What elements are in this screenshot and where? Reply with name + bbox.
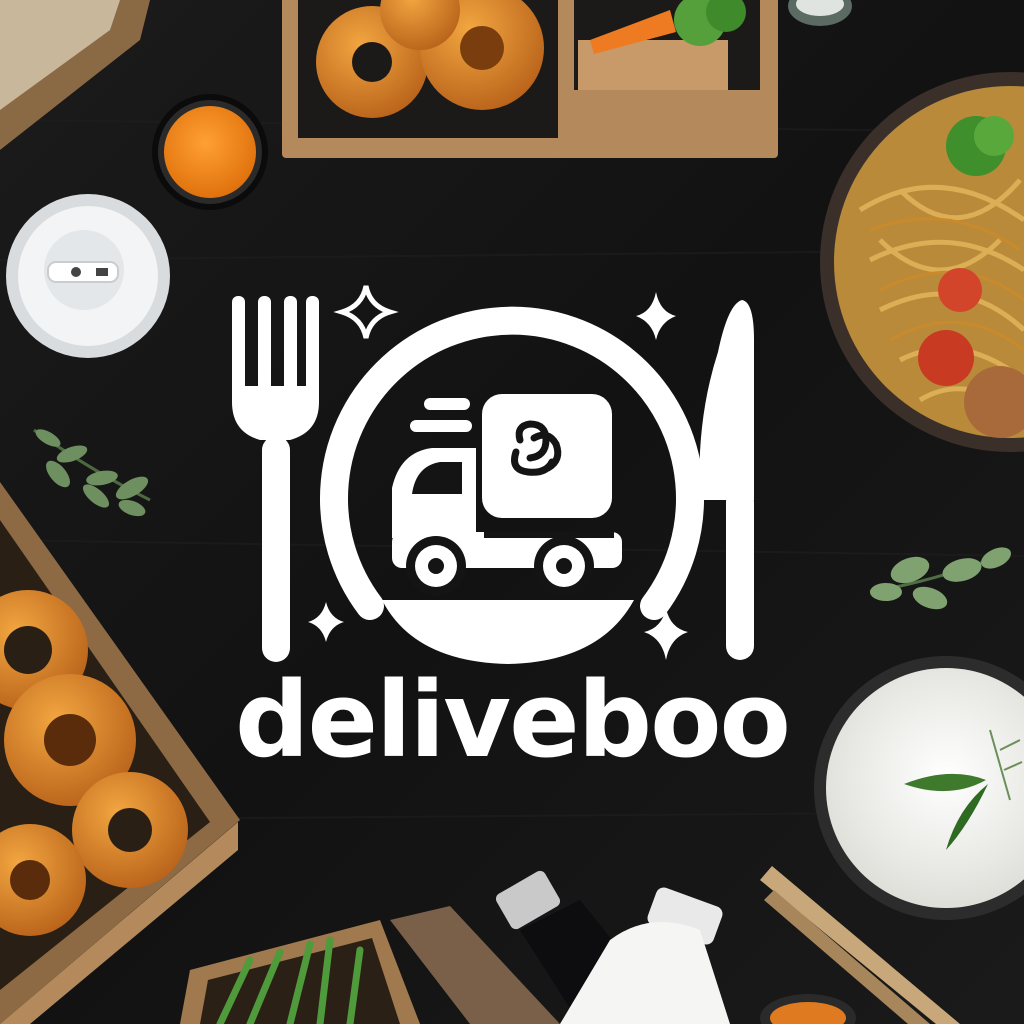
white-coffee-lid	[6, 194, 170, 358]
orange-sauce-cup	[152, 94, 268, 210]
brand-wordmark: deliveboo	[235, 659, 791, 781]
scene	[0, 0, 1024, 1024]
poster: deliveboo	[0, 0, 1024, 1024]
delivery-truck-icon	[392, 394, 622, 596]
